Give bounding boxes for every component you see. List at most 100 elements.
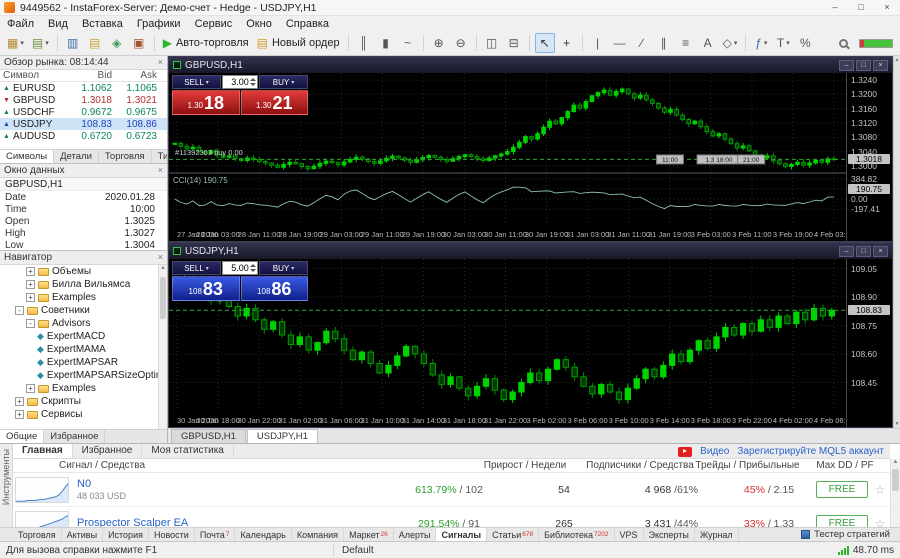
chart-minimize-button[interactable]: – [839, 246, 854, 257]
tile-windows-button[interactable]: ◫ [482, 33, 502, 53]
search-icon[interactable] [839, 39, 848, 48]
signals-column-header[interactable]: Прирост / Недели [465, 460, 585, 471]
chart-titlebar[interactable]: GBPUSD,H1 – □ × [169, 57, 892, 73]
volume-spinner-icon[interactable] [249, 263, 256, 273]
chart-tab-0[interactable]: GBPUSD,H1 [171, 429, 246, 443]
bottom-tab-6[interactable]: Компания [292, 528, 344, 541]
charts-scrollbar[interactable]: ▲ ▼ [893, 56, 900, 428]
signals-column-header[interactable]: Max DD / PF [800, 460, 890, 471]
new-chart-button[interactable]: ▦▾ [4, 33, 27, 53]
toolbox-toggle[interactable]: ▣ [129, 33, 149, 53]
scroll-thumb[interactable] [892, 469, 899, 491]
toolbox-tab-1[interactable]: Избранное [73, 443, 143, 458]
navigator-scrollbar[interactable]: ▲ [158, 265, 167, 429]
menu-item-2[interactable]: Вставка [75, 18, 130, 30]
navigator-item[interactable]: +Объемы [0, 265, 158, 278]
bottom-tab-9[interactable]: Сигналы [436, 528, 487, 541]
sell-button[interactable]: 1.30 18 [172, 90, 240, 115]
bottom-tab-8[interactable]: Алерты [394, 528, 437, 541]
market-watch-row[interactable]: ▲USDCHF0.96720.9675 [0, 106, 167, 118]
bottom-tab-12[interactable]: VPS [615, 528, 644, 541]
bars-chart-button[interactable]: ║ [354, 33, 374, 53]
navigator-tab-0[interactable]: Общие [0, 430, 44, 443]
toolbox-tab-0[interactable]: Главная [13, 443, 73, 458]
bottom-tab-5[interactable]: Календарь [235, 528, 291, 541]
menu-item-5[interactable]: Окно [239, 18, 279, 30]
bottom-tab-2[interactable]: История [103, 528, 149, 541]
chart-window-usdjpy[interactable]: USDJPY,H1 – □ × 30 Jan 202030 Jan 18:003… [168, 242, 893, 428]
navigator-item[interactable]: ◆ExpertMACD [0, 330, 158, 343]
chart-minimize-button[interactable]: – [839, 60, 854, 71]
percent-button[interactable]: % [795, 33, 815, 53]
sell-button[interactable]: 108 83 [172, 276, 240, 301]
navigator-item[interactable]: ◆ExpertMAPSAR [0, 356, 158, 369]
vertical-line-button[interactable]: | [588, 33, 608, 53]
zoom-out-button[interactable]: ⊖ [451, 33, 471, 53]
volume-input[interactable]: 3.00 [222, 75, 258, 89]
market-watch-row[interactable]: ▲USDJPY108.83108.86 [0, 118, 167, 130]
sell-dropdown-button[interactable]: SELL ▾ [172, 75, 221, 89]
scroll-up-icon[interactable]: ▲ [160, 265, 166, 271]
tree-expander-icon[interactable]: + [15, 397, 24, 406]
market-watch-tab-2[interactable]: Торговля [99, 150, 152, 163]
text-label-button[interactable]: А [698, 33, 718, 53]
close-panel-icon[interactable]: × [158, 58, 163, 67]
scroll-up-icon[interactable]: ▲ [895, 57, 900, 63]
chart-restore-button[interactable]: □ [856, 246, 871, 257]
sell-dropdown-button[interactable]: SELL ▾ [172, 261, 221, 275]
navigator-toggle[interactable]: ◈ [107, 33, 127, 53]
data-window-toggle[interactable]: ▤ [85, 33, 105, 53]
navigator-tab-1[interactable]: Избранное [44, 430, 105, 443]
profiles-button[interactable]: ▤▾ [29, 33, 52, 53]
strategy-tester-link[interactable]: Тестер стратегий [801, 529, 900, 540]
tree-expander-icon[interactable]: + [26, 384, 35, 393]
video-link[interactable]: Видео [700, 446, 729, 457]
navigator-item[interactable]: ◆ExpertMAMA [0, 343, 158, 356]
navigator-item[interactable]: +Билла Вильямса [0, 278, 158, 291]
tree-expander-icon[interactable]: - [15, 306, 24, 315]
indicators-button[interactable]: ƒ▾ [751, 33, 771, 53]
trendline-button[interactable]: ∕ [632, 33, 652, 53]
fibonacci-button[interactable]: ≡ [676, 33, 696, 53]
signal-name-link[interactable]: Prospector Scalper EA [77, 517, 188, 527]
crosshair-button[interactable]: + [557, 33, 577, 53]
column-header-ask[interactable]: Ask [117, 70, 162, 81]
bottom-tab-3[interactable]: Новости [149, 528, 195, 541]
column-header-symbol[interactable]: Символ [0, 70, 72, 81]
arrange-windows-button[interactable]: ⊟ [504, 33, 524, 53]
equidistant-channel-button[interactable]: ∥ [654, 33, 674, 53]
toolbox-tab-2[interactable]: Моя статистика [142, 443, 234, 458]
star-icon[interactable]: ☆ [875, 517, 886, 528]
chart-tab-1[interactable]: USDJPY,H1 [247, 429, 318, 443]
tree-expander-icon[interactable]: + [26, 280, 35, 289]
navigator-item[interactable]: +Examples [0, 291, 158, 304]
close-button[interactable]: × [874, 0, 900, 15]
chart-body[interactable]: 30 Jan 202030 Jan 18:0030 Jan 22:0031 Ja… [169, 259, 892, 427]
navigator-item[interactable]: +Сервисы [0, 408, 158, 421]
navigator-item[interactable]: +Скрипты [0, 395, 158, 408]
horizontal-line-button[interactable]: — [610, 33, 630, 53]
shapes-button[interactable]: ◇▾ [720, 33, 741, 53]
market-watch-row[interactable]: ▼GBPUSD1.30181.3021 [0, 94, 167, 106]
line-chart-button[interactable]: ~ [398, 33, 418, 53]
signal-row[interactable]: Prospector Scalper EA291.54% / 912653 43… [13, 507, 890, 527]
navigator-item[interactable]: ◆ExpertMAPSARSizeOptim... [0, 369, 158, 382]
volume-spinner-icon[interactable] [249, 77, 256, 87]
chart-close-button[interactable]: × [873, 60, 888, 71]
chart-close-button[interactable]: × [873, 246, 888, 257]
candles-chart-button[interactable]: ▮ [376, 33, 396, 53]
zoom-in-button[interactable]: ⊕ [429, 33, 449, 53]
maximize-button[interactable]: □ [848, 0, 874, 15]
market-watch-toggle[interactable]: ▥ [63, 33, 83, 53]
free-button[interactable]: FREE [816, 515, 869, 527]
buy-button[interactable]: 1.30 21 [241, 90, 309, 115]
menu-item-6[interactable]: Справка [279, 18, 336, 30]
market-watch-row[interactable]: ▲EURUSD1.10621.1065 [0, 82, 167, 94]
signals-column-header[interactable]: Подписчики / Средства [585, 460, 695, 471]
chart-restore-button[interactable]: □ [856, 60, 871, 71]
cursor-button[interactable]: ↖ [535, 33, 555, 53]
star-icon[interactable]: ☆ [875, 483, 886, 497]
column-header-bid[interactable]: Bid [72, 70, 117, 81]
tree-expander-icon[interactable]: + [15, 410, 24, 419]
signals-column-header[interactable]: Трейды / Прибыльные [695, 460, 800, 471]
